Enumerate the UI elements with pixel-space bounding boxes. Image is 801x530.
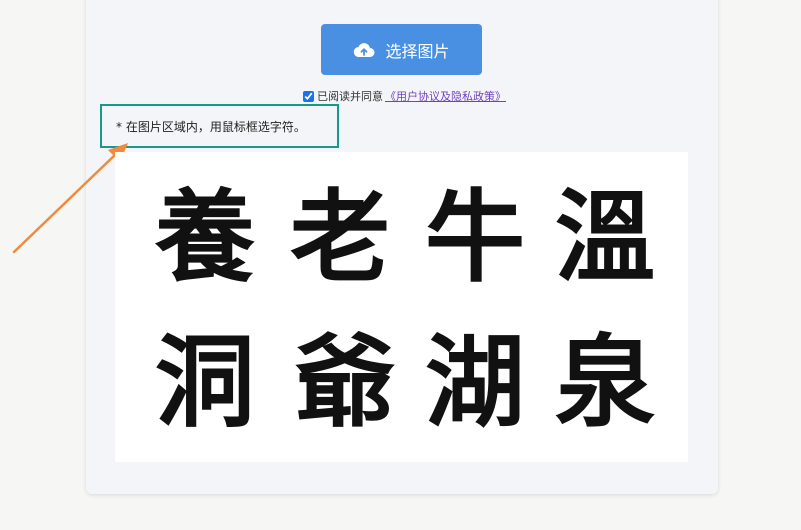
calligraphy-image[interactable]: 養 老 牛 溫 洞 爺 湖 泉 — [115, 152, 688, 462]
calligraphy-character: 溫 — [555, 178, 655, 296]
selection-hint-box: * 在图片区域内，用鼠标框选字符。 — [100, 104, 339, 148]
calligraphy-character: 湖 — [425, 323, 525, 441]
calligraphy-character: 爺 — [295, 323, 395, 441]
user-agreement-privacy-link[interactable]: 《用户协议及隐私政策》 — [385, 88, 506, 104]
calligraphy-character: 養 — [155, 178, 255, 296]
agreement-text: 已阅读并同意 — [317, 90, 383, 103]
calligraphy-character: 老 — [290, 178, 390, 296]
calligraphy-character: 牛 — [425, 178, 525, 296]
select-image-label: 选择图片 — [385, 41, 450, 61]
calligraphy-character: 泉 — [555, 323, 655, 441]
cloud-upload-icon — [353, 42, 375, 58]
select-image-button[interactable]: 选择图片 — [321, 24, 482, 75]
agreement-checkbox[interactable] — [303, 90, 314, 102]
agreement-row: 已阅读并同意 《用户协议及隐私政策》 — [303, 88, 506, 104]
selection-hint-text: * 在图片区域内，用鼠标框选字符。 — [116, 119, 306, 134]
calligraphy-character: 洞 — [155, 323, 255, 441]
